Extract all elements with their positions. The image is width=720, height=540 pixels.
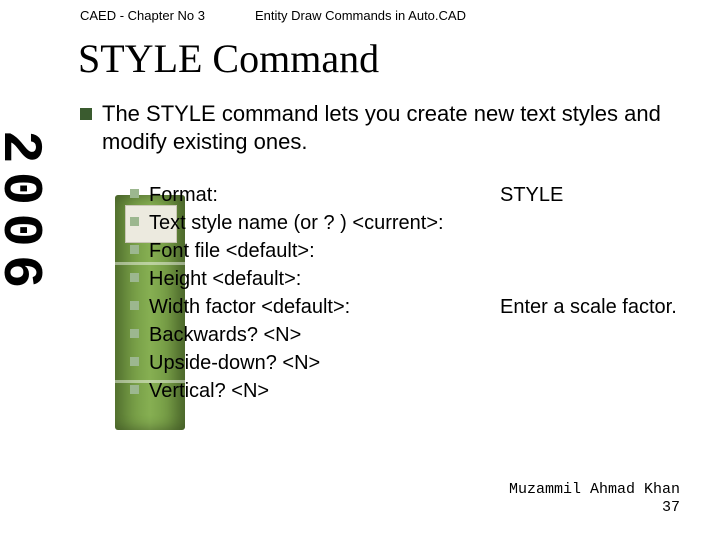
square-bullet-icon: [130, 357, 139, 366]
square-bullet-icon: [130, 217, 139, 226]
list-item-left: Format:: [149, 181, 490, 209]
list-item: Font file <default>:: [130, 237, 690, 265]
list-item-left: Backwards? <N>: [149, 321, 490, 349]
list-item: Text style name (or ? ) <current>:: [130, 209, 690, 237]
list-item-left: Text style name (or ? ) <current>:: [149, 209, 490, 237]
header-left: CAED - Chapter No 3: [80, 8, 255, 23]
square-bullet-icon: [130, 329, 139, 338]
square-bullet-icon: [130, 273, 139, 282]
list-item: Format: STYLE: [130, 181, 690, 209]
list-item: Upside-down? <N>: [130, 349, 690, 377]
list-item: Vertical? <N>: [130, 377, 690, 405]
sub-list: Format: STYLE Text style name (or ? ) <c…: [80, 181, 690, 405]
content-area: The STYLE command lets you create new te…: [0, 100, 720, 405]
list-item-left: Upside-down? <N>: [149, 349, 490, 377]
list-item-left: Font file <default>:: [149, 237, 490, 265]
list-item-right: STYLE: [490, 181, 690, 209]
square-bullet-icon: [130, 245, 139, 254]
square-bullet-icon: [130, 385, 139, 394]
page-number: 37: [509, 499, 680, 518]
author-name: Muzammil Ahmad Khan: [509, 481, 680, 500]
main-bullet: The STYLE command lets you create new te…: [80, 100, 690, 155]
main-bullet-text: The STYLE command lets you create new te…: [102, 100, 690, 155]
list-item-left: Vertical? <N>: [149, 377, 490, 405]
square-bullet-icon: [80, 108, 92, 120]
square-bullet-icon: [130, 301, 139, 310]
list-item: Height <default>:: [130, 265, 690, 293]
list-item-left: Width factor <default>:: [149, 293, 490, 321]
footer: Muzammil Ahmad Khan 37: [509, 481, 680, 519]
page-title: STYLE Command: [0, 27, 720, 100]
list-item-left: Height <default>:: [149, 265, 490, 293]
square-bullet-icon: [130, 189, 139, 198]
list-item: Backwards? <N>: [130, 321, 690, 349]
year-watermark: 2006: [0, 130, 52, 296]
slide-header: CAED - Chapter No 3 Entity Draw Commands…: [0, 0, 720, 27]
list-item-right: Enter a scale factor.: [490, 293, 690, 321]
list-item: Width factor <default>: Enter a scale fa…: [130, 293, 690, 321]
header-right: Entity Draw Commands in Auto.CAD: [255, 8, 466, 23]
